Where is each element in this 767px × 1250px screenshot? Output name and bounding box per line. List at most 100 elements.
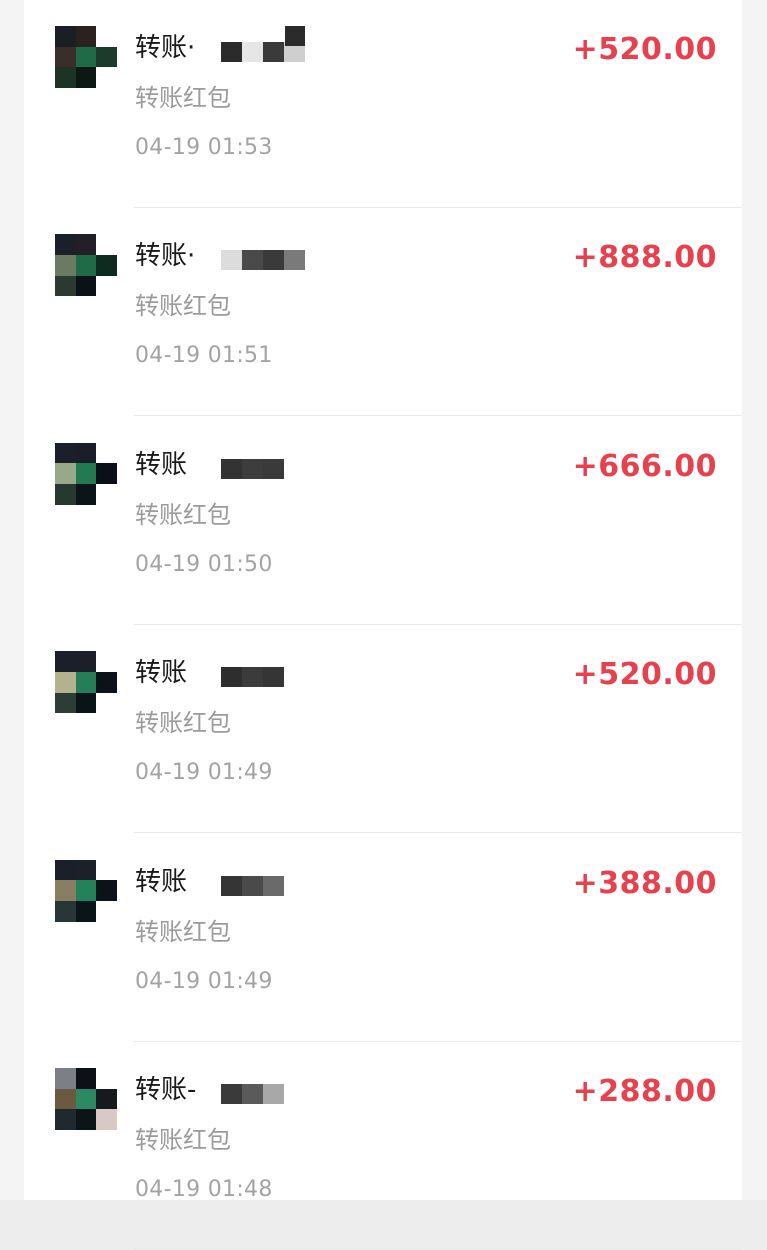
transaction-amount: +388.00	[572, 865, 717, 901]
redacted-name-mosaic	[221, 458, 284, 479]
sender-name-area: 转账	[135, 862, 395, 902]
transaction-title: 转账-	[135, 1075, 197, 1105]
transaction-amount: +288.00	[572, 1074, 717, 1109]
transaction-title: 转账	[135, 449, 188, 480]
avatar-pixel	[96, 275, 117, 297]
avatar-pixel	[96, 484, 117, 505]
avatar	[55, 651, 117, 714]
avatar-pixel	[75, 692, 97, 714]
transaction-title: 转账·	[135, 33, 196, 63]
avatar-pixel	[55, 234, 76, 256]
avatar-pixel	[55, 1068, 76, 1089]
avatar-pixel	[96, 255, 117, 276]
mosaic-block	[221, 667, 242, 688]
avatar-pixel	[96, 46, 117, 68]
avatar	[55, 234, 117, 297]
transaction-time: 04-19 01:51	[135, 343, 273, 369]
transaction-row[interactable]: 转账· 转账红包 04-19 01:51 +888.00	[24, 208, 742, 417]
avatar-pixel	[55, 26, 76, 47]
transaction-row[interactable]: 转账转账红包 04-19 01:49 +520.00	[24, 625, 742, 834]
transaction-type: 转账红包	[135, 1126, 231, 1154]
transaction-row[interactable]: 转账- 转账红包 04-19 01:48 +288.00	[24, 1042, 742, 1250]
avatar-pixel	[96, 651, 117, 672]
mosaic-block	[221, 875, 242, 896]
avatar-pixel	[96, 442, 117, 464]
avatar-pixel	[55, 484, 76, 505]
transaction-amount: +666.00	[572, 448, 717, 484]
sender-name-area: 转账	[135, 445, 395, 485]
mosaic-block	[263, 1084, 284, 1104]
transaction-type: 转账红包	[135, 84, 231, 112]
avatar-pixel	[55, 255, 76, 276]
mosaic-block	[263, 458, 284, 479]
avatar-pixel	[96, 880, 117, 901]
mosaic-block	[242, 875, 263, 896]
avatar-pixel	[75, 880, 97, 901]
avatar-pixel	[75, 463, 97, 485]
mosaic-block	[221, 458, 242, 479]
avatar	[55, 1068, 117, 1130]
transaction-title: 转账	[135, 658, 188, 689]
avatar-pixel	[75, 234, 97, 256]
avatar-pixel	[96, 1109, 117, 1130]
avatar-pixel	[55, 900, 76, 922]
transaction-time: 04-19 01:49	[135, 760, 273, 786]
mosaic-block	[263, 875, 284, 896]
transaction-list: 转账· 转账红包 04-19 01:53 +520.00 转账· 转账红包 04-19 01…	[24, 0, 742, 1250]
avatar-pixel	[75, 26, 97, 47]
avatar-pixel	[75, 255, 97, 276]
avatar-pixel	[55, 859, 76, 881]
sender-name-area: 转账·	[135, 236, 395, 276]
avatar-pixel	[55, 671, 76, 693]
avatar-pixel	[55, 67, 76, 88]
mosaic-block	[242, 42, 263, 62]
transaction-time: 04-19 01:50	[135, 551, 273, 577]
avatar-pixel	[96, 234, 117, 256]
avatar-pixel	[75, 1068, 97, 1089]
mosaic-block	[242, 458, 263, 479]
transaction-row[interactable]: 转账 转账红包 04-19 01:50 +666.00	[24, 417, 742, 625]
avatar-pixel	[55, 651, 76, 672]
avatar-pixel	[96, 859, 117, 881]
avatar-pixel	[96, 463, 117, 485]
avatar-pixel	[96, 671, 117, 693]
redacted-name-mosaic	[221, 250, 305, 271]
transaction-row[interactable]: 转账· 转账红包 04-19 01:53 +520.00	[24, 0, 742, 208]
avatar-pixel	[75, 67, 97, 88]
mosaic-block	[284, 250, 305, 271]
avatar-pixel	[96, 67, 117, 88]
avatar-pixel	[75, 859, 97, 881]
transaction-title: 转账·	[135, 241, 196, 272]
avatar-pixel	[55, 275, 76, 297]
transaction-time: 04-19 01:48	[135, 1177, 273, 1202]
mosaic-block	[242, 1084, 263, 1104]
mosaic-block	[242, 667, 263, 688]
transaction-type: 转账红包	[135, 292, 231, 321]
transaction-amount: +520.00	[572, 657, 717, 693]
redacted-name-mosaic	[221, 667, 284, 688]
avatar-pixel	[55, 46, 76, 68]
avatar-pixel	[75, 1109, 97, 1130]
avatar-pixel	[96, 1068, 117, 1089]
mosaic-block	[221, 250, 242, 271]
redacted-name-mosaic	[221, 1084, 284, 1104]
avatar-pixel	[75, 484, 97, 505]
avatar-pixel	[75, 442, 97, 464]
avatar	[55, 859, 117, 922]
avatar-pixel	[75, 900, 97, 922]
transaction-title: 转账	[135, 866, 188, 897]
transaction-type: 转账红包	[135, 709, 231, 738]
avatar-pixel	[55, 1088, 76, 1110]
avatar-pixel	[55, 442, 76, 464]
transaction-time: 04-19 01:49	[135, 968, 273, 994]
redacted-name-mosaic	[221, 875, 284, 896]
avatar	[55, 26, 117, 88]
avatar-pixel	[96, 26, 117, 47]
avatar-pixel	[75, 1088, 97, 1110]
avatar-pixel	[75, 651, 97, 672]
avatar-pixel	[75, 275, 97, 297]
mosaic-block	[263, 250, 284, 271]
left-margin	[0, 0, 24, 1200]
right-margin	[742, 0, 767, 1200]
transaction-row[interactable]: 转账 转账红包 04-19 01:49 +388.00	[24, 834, 742, 1042]
